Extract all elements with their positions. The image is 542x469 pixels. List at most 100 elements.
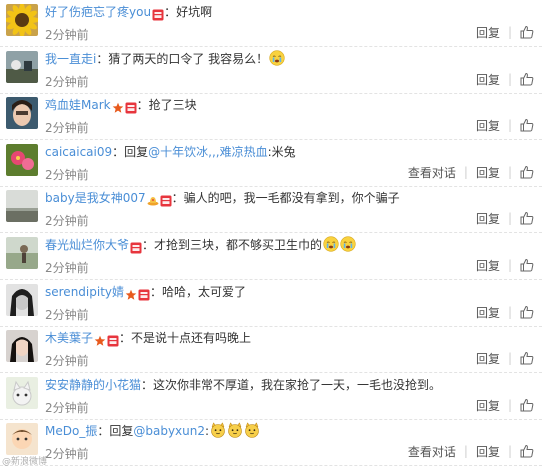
comment-line: 鸡血娃Mark ：抢了三块 [45,96,532,114]
separator: | [507,211,512,225]
thumbs-up-icon[interactable] [520,351,534,365]
thumbs-up-icon[interactable] [520,305,534,319]
comment-item: baby是我女神007 ：骗人的吧，我一毛都没有拿到，你个骗子 2分钟前 回复 | [0,186,542,233]
comment-time[interactable]: 2分钟前 [45,259,89,276]
colon: ： [150,285,163,299]
comment-line: serendipity婧 ：哈哈，太可爱了 [45,283,532,301]
colon: ： [164,5,177,19]
comment-feed: 好了伤疤忘了疼you ：好坑啊 2分钟前 回复 | 我一直走i：猜了两天的口令了 我容易么… [0,0,542,469]
separator: | [463,444,468,458]
user-badges [151,5,164,23]
reply-button[interactable]: 回复 [476,443,500,460]
thumbs-up-icon[interactable] [520,118,534,132]
separator: | [507,25,512,39]
comment-actions: 查看对话 | 回复 | [408,443,534,459]
crying-emoji [323,236,339,252]
username-link[interactable]: baby是我女神007 [45,191,146,205]
cat-avatar[interactable] [6,377,38,409]
reply-button[interactable]: 回复 [476,304,500,321]
username-link[interactable]: MeDo_振 [45,424,97,438]
username-link[interactable]: 好了伤疤忘了疼you [45,5,151,19]
mention-link[interactable]: @十年饮冰,,,难凉热血 [148,145,267,159]
username-link[interactable]: 安安静静的小花猫 [45,378,141,392]
username-link[interactable]: serendipity婧 [45,285,124,299]
comment-item: 我一直走i：猜了两天的口令了 我容易么！ 2分钟前 回复 | [0,47,542,94]
separator: | [463,165,468,179]
comment-actions: 回复 | [476,304,534,320]
reply-button[interactable]: 回复 [476,24,500,41]
comment-text: 这次你非常不厚道，我在家抢了一天，一毛也没抢到。 [153,378,442,392]
dark-hair-avatar[interactable] [6,330,38,362]
thumbs-up-icon[interactable] [520,444,534,458]
comment-time[interactable]: 2分钟前 [45,212,89,229]
reply-button[interactable]: 回复 [476,117,500,134]
reply-button[interactable]: 回复 [476,397,500,414]
crying-emoji [340,236,356,252]
sky-avatar[interactable] [6,190,38,222]
landscape-avatar[interactable] [6,51,38,83]
view-conversation-link[interactable]: 查看对话 [408,443,456,460]
comment-time[interactable]: 2分钟前 [45,445,89,462]
username-link[interactable]: 春光灿烂你大爷 [45,238,129,252]
separator: | [507,72,512,86]
comment-time[interactable]: 2分钟前 [45,306,89,323]
bw-avatar[interactable] [6,284,38,316]
flower-avatar[interactable] [6,144,38,176]
reply-button[interactable]: 回复 [476,164,500,181]
username-link[interactable]: 木美葉子 [45,331,93,345]
reply-button[interactable]: 回复 [476,71,500,88]
comment-actions: 回复 | [476,350,534,366]
comment-text: 好坑啊 [176,5,213,19]
comment-time[interactable]: 2分钟前 [45,119,89,136]
comment-actions: 回复 | [476,210,534,226]
reply-button[interactable]: 回复 [476,257,500,274]
cat-emoji [227,422,243,438]
username-link[interactable]: 我一直走i [45,52,96,66]
username-link[interactable]: caicaicai09 [45,145,112,159]
comment-time[interactable]: 2分钟前 [45,26,89,43]
thumbs-up-icon[interactable] [520,25,534,39]
comment-line: 安安静静的小花猫：这次你非常不厚道，我在家抢了一天，一毛也没抢到。 [45,376,532,394]
hat-icon [147,195,159,207]
cartoon-avatar[interactable] [6,423,38,455]
comment-text: :米兔 [267,145,296,159]
mention-link[interactable]: @babyxun2 [133,424,205,438]
comment-text: : [205,424,210,438]
sunflower-avatar[interactable] [6,4,38,36]
comment-time[interactable]: 2分钟前 [45,166,89,183]
comment-actions: 回复 | [476,71,534,87]
comment-actions: 查看对话 | 回复 | [408,164,534,180]
comment-time[interactable]: 2分钟前 [45,352,89,369]
colon: ： [141,378,154,392]
reply-button[interactable]: 回复 [476,350,500,367]
comment-text: 不是说十点还有吗晚上 [131,331,252,345]
separator: | [507,351,512,365]
reply-prefix: 回复 [124,145,149,159]
girl-avatar[interactable] [6,97,38,129]
thumbs-up-icon[interactable] [520,258,534,272]
view-conversation-link[interactable]: 查看对话 [408,164,456,181]
comment-line: baby是我女神007 ：骗人的吧，我一毛都没有拿到，你个骗子 [45,189,532,207]
colon: ： [97,424,110,438]
colon: ： [96,52,109,66]
reply-button[interactable]: 回复 [476,210,500,227]
thumbs-up-icon[interactable] [520,72,534,86]
star-icon [112,102,124,114]
thumbs-up-icon[interactable] [520,165,534,179]
separator: | [507,444,512,458]
comment-line: 好了伤疤忘了疼you ：好坑啊 [45,3,532,21]
comment-time[interactable]: 2分钟前 [45,399,89,416]
comment-text: 猜了两天的口令了 我容易么！ [108,52,269,66]
comment-time[interactable]: 2分钟前 [45,73,89,90]
username-link[interactable]: 鸡血娃Mark [45,98,111,112]
comment-actions: 回复 | [476,117,534,133]
thumbs-up-icon[interactable] [520,398,534,412]
user-badges [93,331,119,349]
thumbs-up-icon[interactable] [520,211,534,225]
cat-emoji [244,422,260,438]
user-badges [111,98,137,116]
comment-line: 木美葉子 ：不是说十点还有吗晚上 [45,329,532,347]
colon: ： [171,191,184,205]
comment-line: MeDo_振：回复@babyxun2: [45,422,532,440]
field-avatar[interactable] [6,237,38,269]
